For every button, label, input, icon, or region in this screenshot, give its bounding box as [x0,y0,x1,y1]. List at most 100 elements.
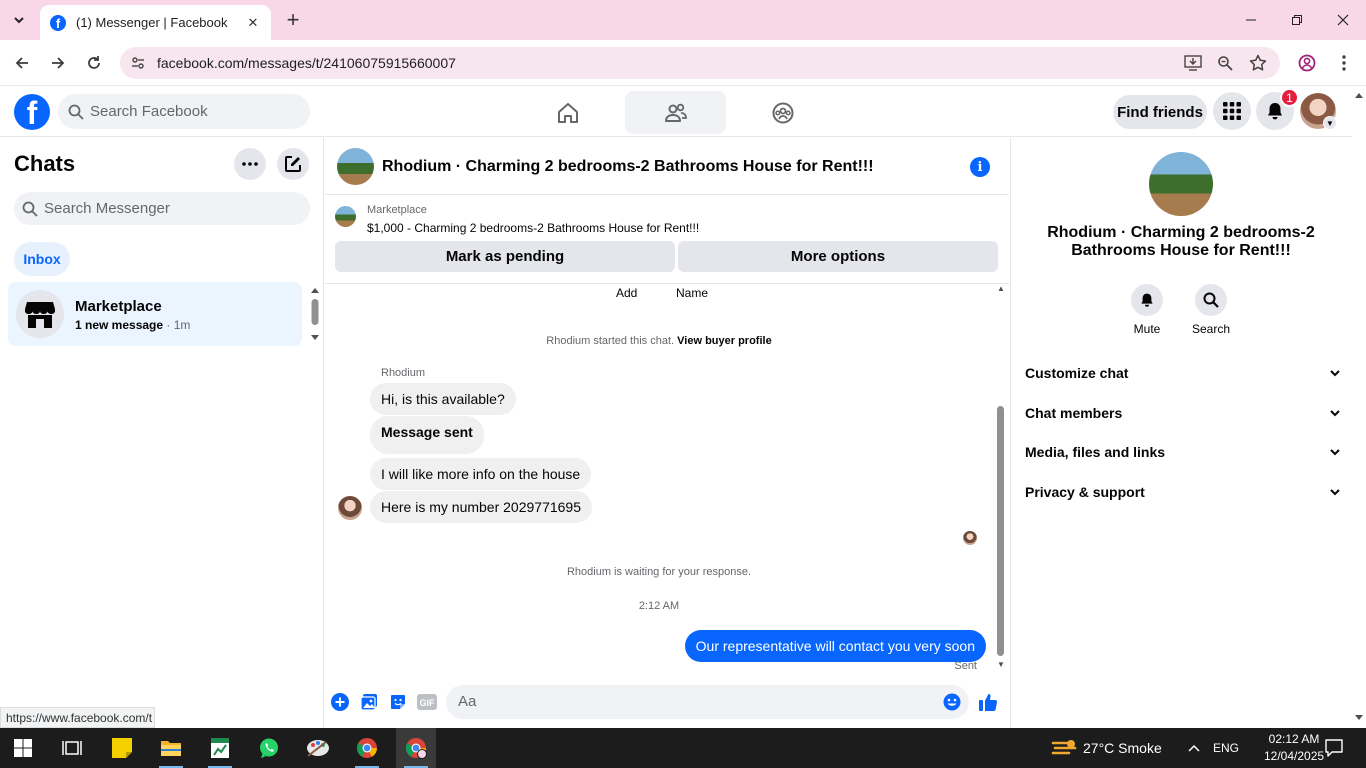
outgoing-message[interactable]: Our representative will contact you very… [684,630,986,662]
sticker-icon[interactable] [388,692,408,712]
conversation-title[interactable]: Rhodium · Charming 2 bedrooms-2 Bathroom… [382,158,874,176]
marketplace-listing-bar: Marketplace $1,000 - Charming 2 bedrooms… [325,196,1009,284]
incoming-message[interactable]: Hi, is this available? [370,383,516,415]
attach-image-icon[interactable] [359,692,379,712]
customize-chat-section[interactable]: Customize chat [1025,361,1341,385]
messenger-search-input[interactable] [44,200,244,217]
browser-toolbar: facebook.com/messages/t/2410607591566000… [0,40,1366,86]
forward-button[interactable] [44,49,72,77]
scroll-down-icon[interactable]: ▼ [996,660,1006,670]
search-icon [1195,284,1227,316]
message-composer: GIF [325,682,1009,722]
chat-info-avatar[interactable] [1149,152,1213,216]
message-input[interactable] [458,693,918,710]
address-bar[interactable]: facebook.com/messages/t/2410607591566000… [120,47,1280,79]
nav-home[interactable] [517,91,618,134]
chat-item-time: · 1m [163,318,191,332]
chats-scrollbar[interactable] [310,284,320,344]
section-label: Privacy & support [1025,484,1145,500]
more-actions-plus-icon[interactable] [330,692,350,712]
paint-palette-icon [307,740,329,757]
weather-icon[interactable] [1046,728,1082,768]
view-buyer-profile-link[interactable]: View buyer profile [677,335,772,347]
facebook-favicon-icon: f [50,14,66,31]
scrollbar-thumb[interactable] [997,406,1004,656]
facebook-search-input[interactable] [90,103,290,120]
install-app-icon[interactable] [1183,53,1203,73]
spreadsheet-app[interactable] [200,728,240,768]
marketplace-avatar [16,290,64,338]
nav-friends[interactable] [625,91,726,134]
browser-tab[interactable]: f (1) Messenger | Facebook ✕ [40,5,271,40]
incoming-message[interactable]: Message sent [370,416,484,454]
zoom-icon[interactable] [1215,53,1235,73]
more-options-button[interactable]: More options [678,241,998,272]
scroll-up-icon[interactable]: ▲ [996,284,1006,294]
chats-options-button[interactable] [234,148,266,180]
bookmark-star-icon[interactable] [1248,53,1268,73]
thread-scrollbar[interactable]: ▲ ▼ [995,284,1007,672]
incoming-message[interactable]: I will like more info on the house [370,458,592,490]
name-label[interactable]: Name [676,286,708,300]
browser-menu-icon[interactable] [1334,53,1354,73]
search-in-conversation-button[interactable]: Search [1181,284,1241,336]
chat-item-preview: 1 new message · 1m [75,318,190,332]
like-thumbs-up-icon[interactable] [978,692,998,712]
chrome-profile-app[interactable] [396,728,436,768]
notification-center-button[interactable] [1316,728,1352,768]
facebook-header: f Find friends 1 ▼ [0,87,1352,137]
listing-title[interactable]: $1,000 - Charming 2 bedrooms-2 Bathrooms… [367,221,699,235]
facebook-logo-icon[interactable]: f [14,94,50,130]
media-files-links-section[interactable]: Media, files and links [1025,440,1341,464]
chrome-app[interactable] [347,728,387,768]
restore-icon [1292,15,1302,25]
find-friends-button[interactable]: Find friends [1113,95,1207,129]
show-hidden-icons-button[interactable] [1182,728,1206,768]
tab-search-button[interactable] [6,7,32,33]
messenger-search[interactable] [14,192,310,225]
mark-as-pending-button[interactable]: Mark as pending [335,241,675,272]
close-window-button[interactable] [1320,0,1366,40]
listing-thumbnail[interactable] [335,206,356,227]
emoji-icon[interactable] [942,692,962,712]
paint-app[interactable] [298,728,338,768]
profile-icon[interactable] [1297,53,1317,73]
minimize-button[interactable] [1228,0,1274,40]
sticky-notes-app[interactable] [102,728,142,768]
start-button[interactable] [3,728,43,768]
file-explorer-app[interactable] [151,728,191,768]
inbox-tab[interactable]: Inbox [14,242,70,276]
waiting-notice: Rhodium is waiting for your response. [566,566,752,578]
facebook-search[interactable] [58,94,310,129]
restore-button[interactable] [1274,0,1320,40]
account-chevron-icon[interactable]: ▼ [1323,116,1337,130]
privacy-support-section[interactable]: Privacy & support [1025,480,1341,504]
language-indicator[interactable]: ENG [1213,741,1239,755]
add-label[interactable]: Add [616,286,637,300]
back-button[interactable] [8,49,36,77]
weather-text[interactable]: 27°C Smoke [1083,740,1162,756]
gif-icon[interactable]: GIF [417,692,437,712]
site-info-icon[interactable] [128,53,148,73]
new-tab-button[interactable]: + [280,7,306,33]
chat-members-section[interactable]: Chat members [1025,401,1341,425]
reload-button[interactable] [80,49,108,77]
info-icon[interactable]: i [970,157,990,177]
page-scrollbar[interactable] [1352,87,1366,728]
mute-label: Mute [1133,322,1161,336]
mute-button[interactable]: Mute [1117,284,1177,336]
chat-list-item[interactable]: Marketplace 1 new message · 1m [8,282,302,346]
chat-item-name: Marketplace [75,298,162,315]
message-input-box[interactable] [446,685,969,719]
url-text[interactable]: facebook.com/messages/t/2410607591566000… [157,55,456,71]
menu-button[interactable] [1213,92,1251,130]
task-view-button[interactable] [52,728,92,768]
incoming-message[interactable]: Here is my number 2029771695 [370,491,593,523]
conversation-avatar[interactable] [337,148,374,185]
tab-close-icon[interactable]: ✕ [245,15,261,31]
nav-groups[interactable] [732,91,833,134]
marketplace-label: Marketplace [367,204,427,216]
sender-avatar[interactable] [338,496,362,520]
new-message-button[interactable] [277,148,309,180]
whatsapp-app[interactable] [249,728,289,768]
